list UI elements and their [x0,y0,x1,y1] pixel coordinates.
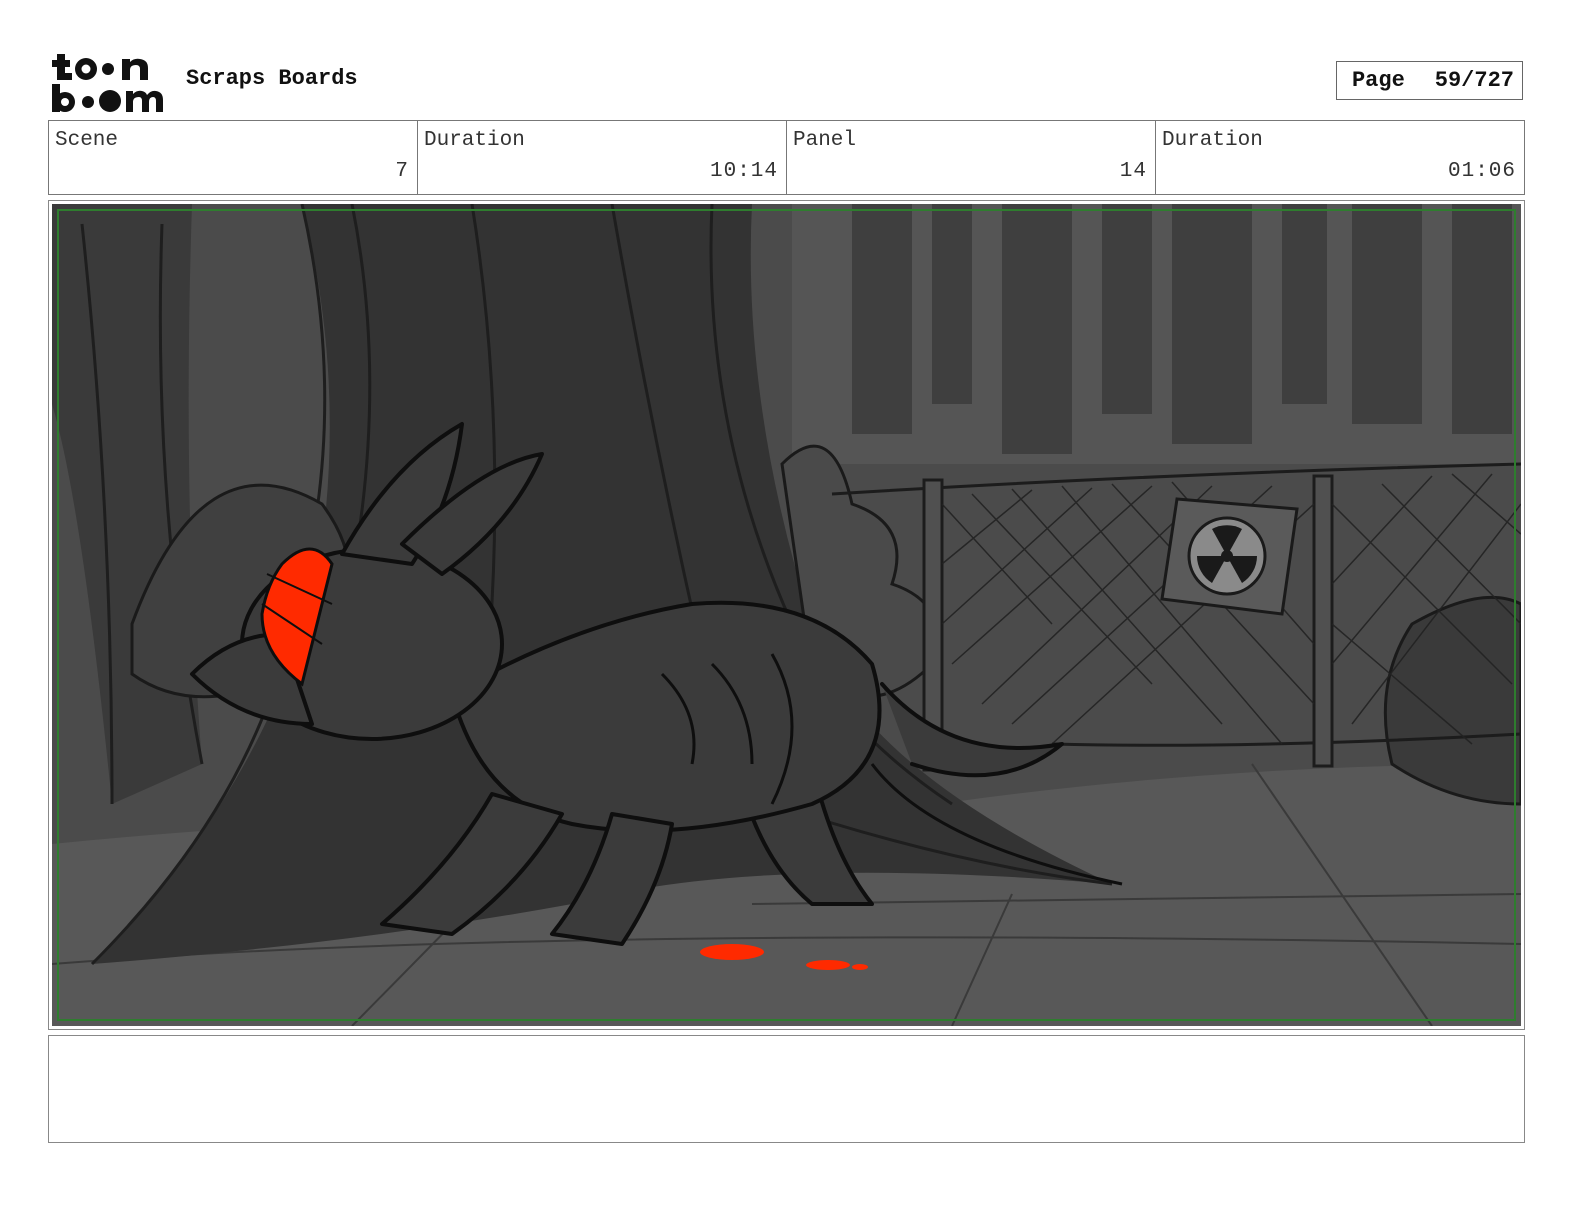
page-number: 59/727 [1434,68,1514,93]
scene-duration-value: 10:14 [709,160,778,183]
scene-duration-label: Duration [424,129,525,152]
toon-boom-logo [52,50,164,114]
scene-label: Scene [55,129,119,152]
panel-label: Panel [793,129,857,152]
page-label: Page [1351,68,1405,93]
panel-cell: Panel 14 [787,121,1156,194]
scene-value: 7 [395,160,409,183]
panel-duration-cell: Duration 01:06 [1156,121,1524,194]
panel-duration-label: Duration [1162,129,1263,152]
page-indicator: Page 59/727 [1336,61,1523,100]
radiation-sign-icon [1160,497,1299,616]
panel-notes-box [48,1035,1525,1143]
scene-cell: Scene 7 [49,121,418,194]
scene-duration-cell: Duration 10:14 [418,121,787,194]
scene-info-table: Scene 7 Duration 10:14 Panel 14 Duration… [48,120,1525,195]
panel-value: 14 [1119,160,1147,183]
document-title: Scraps Boards [186,66,358,91]
storyboard-panel-image [52,204,1521,1026]
panel-duration-value: 01:06 [1447,160,1516,183]
